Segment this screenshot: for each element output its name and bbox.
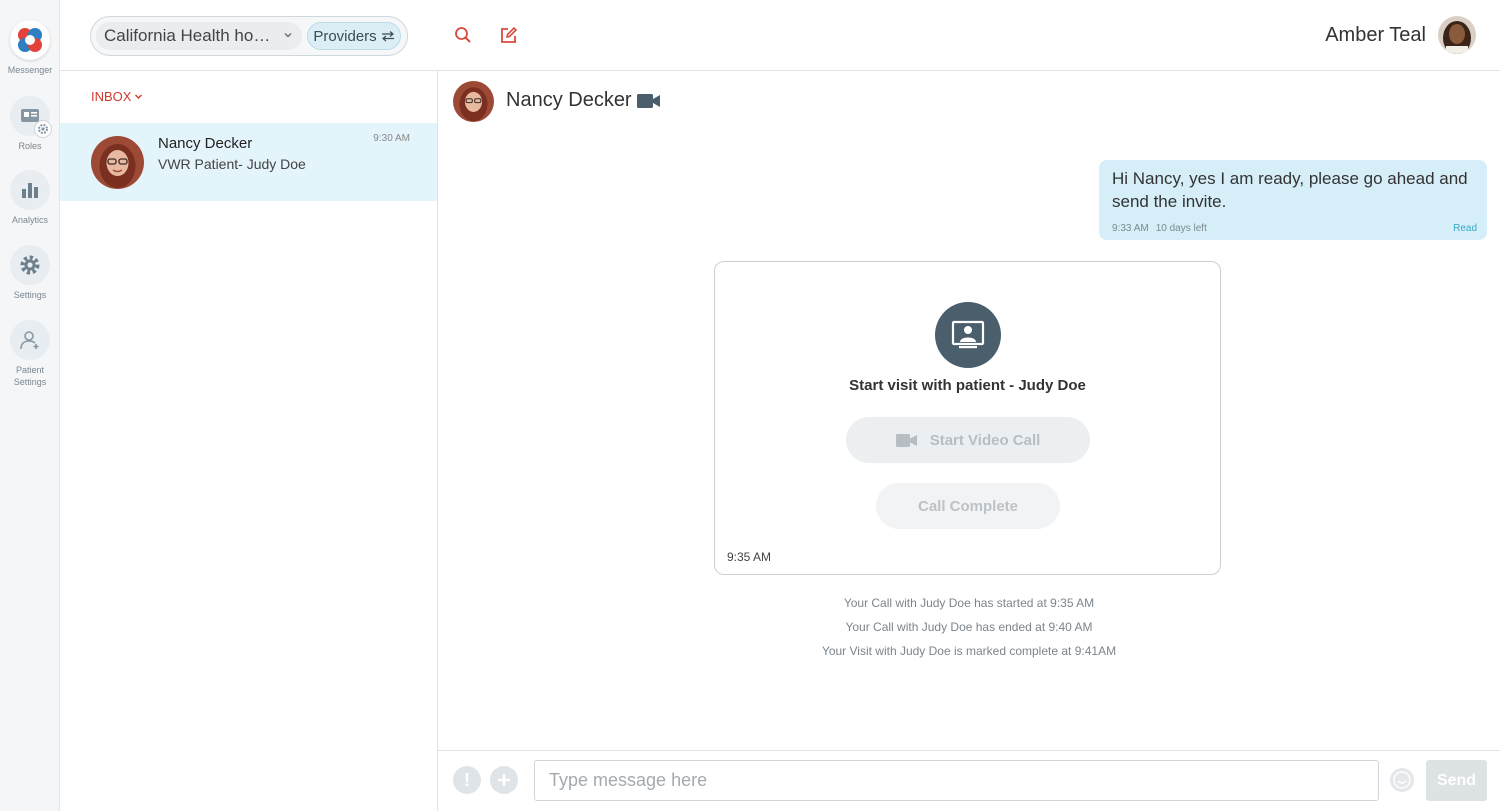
visit-card: Start visit with patient - Judy Doe Star… [714,261,1221,575]
message-input[interactable] [534,760,1379,801]
rail-label-messenger: Messenger [7,65,53,75]
video-camera-icon [895,433,917,447]
user-avatar-image [1438,16,1476,54]
rail-label-settings: Settings [13,290,47,300]
rail-item-messenger[interactable]: Messenger [0,20,60,76]
top-bar: California Health hospital Providers Amb… [60,0,1500,71]
left-rail: Messenger Roles Analytics Settings Patie… [0,0,60,811]
priority-button[interactable]: ! [453,766,481,794]
conversation-item[interactable]: Nancy Decker VWR Patient- Judy Doe 9:30 … [60,123,437,201]
org-select[interactable]: California Health hospital [96,22,302,50]
chat-contact-name: Nancy Decker [506,89,632,111]
chat-panel: Nancy Decker Hi Nancy, yes I am ready, p… [438,71,1500,751]
chevron-down-icon [135,94,143,99]
org-switcher: California Health hospital Providers [90,16,408,56]
avatar [453,81,494,122]
start-video-call-button[interactable]: Start Video Call [846,417,1090,463]
contact-avatar-image [91,136,144,189]
visit-card-time: 9:35 AM [727,550,772,564]
rail-label-patient-settings: Patient Settings [13,365,47,387]
call-complete-button[interactable]: Call Complete [876,483,1060,529]
composer: ! Send [438,750,1500,811]
search-button[interactable] [452,24,474,46]
emoji-button[interactable] [1390,768,1414,792]
compose-button[interactable] [497,24,519,46]
start-video-call-label: Start Video Call [929,431,1041,449]
gear-badge-icon [34,120,52,138]
visit-title: Start visit with patient - Judy Doe [849,377,1086,394]
providers-label: Providers [313,27,377,45]
inbox-label: INBOX [91,89,132,104]
user-avatar[interactable] [1438,16,1476,54]
video-call-button[interactable] [637,93,661,114]
avatar [91,136,144,189]
attach-button[interactable] [490,766,518,794]
messenger-logo-icon [18,28,42,52]
user-name: Amber Teal [1325,24,1426,46]
emoji-icon [1393,771,1411,789]
visit-icon [935,302,1001,368]
compose-icon [500,26,517,43]
conversation-time: 9:30 AM [373,133,410,144]
conversation-subtitle: VWR Patient- Judy Doe [158,156,306,172]
plus-icon [498,774,510,786]
message-text: Hi Nancy, yes I am ready, please go ahea… [1112,169,1468,211]
exclamation-icon: ! [464,769,470,790]
swap-icon [381,31,394,42]
rail-item-settings[interactable]: Settings [0,245,60,301]
rail-label-analytics: Analytics [11,215,48,225]
call-complete-label: Call Complete [917,497,1019,515]
bar-chart-icon [22,183,38,198]
rail-item-analytics[interactable]: Analytics [0,170,60,226]
video-camera-icon [637,94,660,108]
system-message: Your Call with Judy Doe has started at 9… [843,596,1095,610]
send-button[interactable]: Send [1426,760,1487,801]
app-logo [10,20,50,60]
send-label: Send [1436,771,1477,789]
rail-item-patient-settings[interactable]: Patient Settings [0,320,60,388]
message-bubble: Hi Nancy, yes I am ready, please go ahea… [1099,160,1487,240]
patient-icon [20,331,39,350]
rail-item-roles[interactable]: Roles [0,96,60,152]
inbox-dropdown[interactable]: INBOX [91,89,143,104]
rail-label-roles: Roles [18,141,42,151]
system-message: Your Visit with Judy Doe is marked compl… [821,644,1117,658]
message-status: Read [1453,223,1477,234]
providers-button[interactable]: Providers [307,22,401,50]
conversation-name: Nancy Decker [158,135,253,152]
video-visit-icon [951,320,985,349]
system-message: Your Call with Judy Doe has ended at 9:4… [845,620,1093,634]
message-meta: 9:33 AM 10 days left [1112,223,1207,234]
search-icon [455,27,471,43]
org-select-value: California Health hospital [104,26,274,45]
chevron-down-icon [284,33,292,38]
gear-icon [20,255,40,275]
message-expiry: 10 days left [1155,223,1207,234]
message-time: 9:33 AM [1112,223,1149,234]
contact-avatar-image [453,81,494,122]
inbox-panel: INBOX Nancy Decker VWR Patient- Judy Doe… [60,71,438,811]
